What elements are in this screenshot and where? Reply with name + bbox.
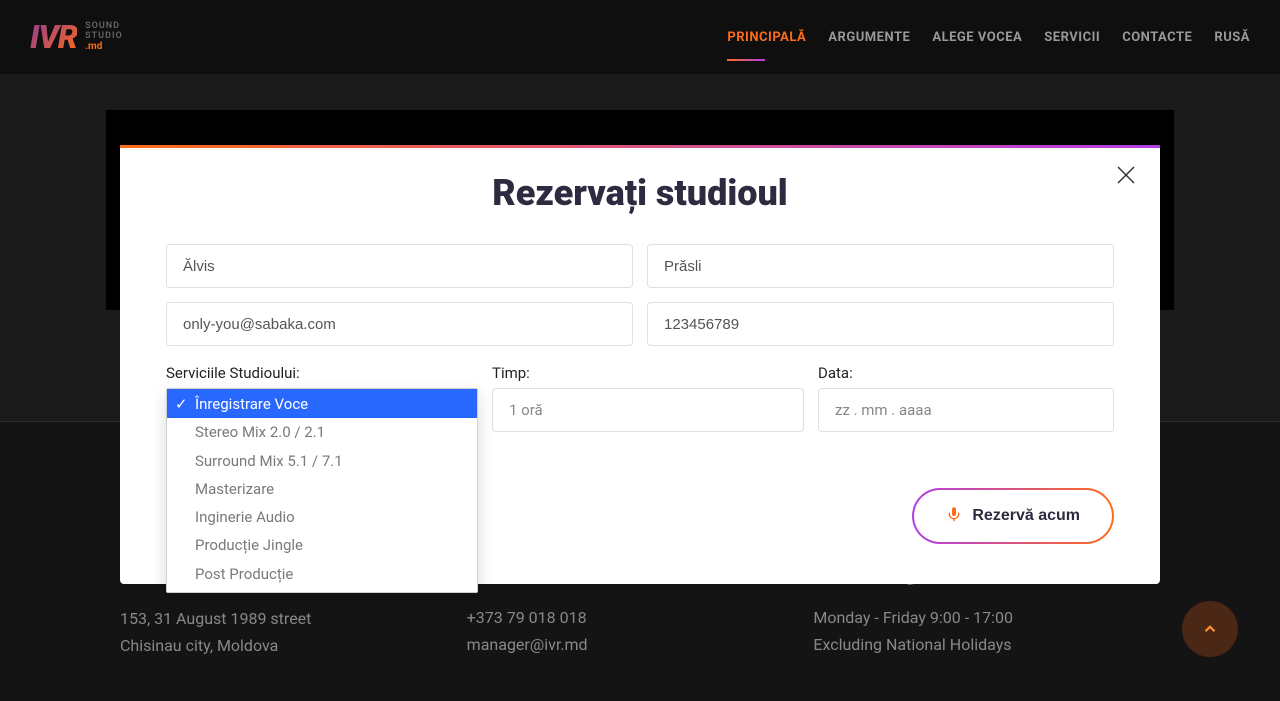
firstname-field[interactable] — [166, 244, 633, 288]
time-label: Timp: — [492, 364, 804, 382]
nav-rusa[interactable]: RUSĂ — [1214, 30, 1250, 45]
services-dropdown: Înregistrare Voce Stereo Mix 2.0 / 2.1 S… — [166, 388, 478, 593]
nav-contacte[interactable]: CONTACTE — [1122, 30, 1192, 45]
lastname-field[interactable] — [647, 244, 1114, 288]
nav-alege-vocea[interactable]: ALEGE VOCEA — [932, 30, 1022, 45]
scroll-top-button[interactable] — [1182, 601, 1238, 657]
service-option[interactable]: Post Producție — [167, 560, 477, 592]
service-option[interactable]: Surround Mix 5.1 / 7.1 — [167, 447, 477, 475]
service-option[interactable]: Inginerie Audio — [167, 503, 477, 531]
booking-modal: Rezervați studioul Serviciile Studioului… — [120, 145, 1160, 584]
service-option[interactable]: Masterizare — [167, 475, 477, 503]
reserve-button-label: Rezervă acum — [972, 507, 1080, 525]
services-label: Serviciile Studioului: — [166, 364, 478, 382]
time-select[interactable]: 1 oră — [492, 388, 804, 432]
phone-field[interactable] — [647, 302, 1114, 346]
microphone-icon — [946, 506, 962, 527]
modal-title: Rezervați studioul — [120, 172, 1160, 214]
logo[interactable]: IVR SOUND STUDIO .md — [30, 18, 123, 56]
reserve-button[interactable]: Rezervă acum — [912, 488, 1114, 544]
nav-argumente[interactable]: ARGUMENTE — [828, 30, 910, 45]
modal-accent-border — [120, 145, 1160, 148]
service-option[interactable]: Producție Jingle — [167, 531, 477, 559]
site-header: IVR SOUND STUDIO .md PRINCIPALĂ ARGUMENT… — [0, 0, 1280, 74]
service-option[interactable]: Înregistrare Voce — [167, 389, 477, 418]
date-label: Data: — [818, 364, 1114, 382]
email-field[interactable] — [166, 302, 633, 346]
nav-servicii[interactable]: SERVICII — [1044, 30, 1100, 45]
close-button[interactable] — [1114, 163, 1138, 187]
main-nav: PRINCIPALĂ ARGUMENTE ALEGE VOCEA SERVICI… — [727, 30, 1250, 45]
service-option[interactable]: Stereo Mix 2.0 / 2.1 — [167, 418, 477, 446]
date-input[interactable]: zz . mm . aaaa — [818, 388, 1114, 432]
logo-text-block: SOUND STUDIO .md — [85, 22, 123, 53]
modal-body: Serviciile Studioului: Timp: Data: 1 oră… — [120, 244, 1160, 432]
logo-mark: IVR — [30, 18, 77, 56]
nav-principala[interactable]: PRINCIPALĂ — [727, 30, 806, 45]
